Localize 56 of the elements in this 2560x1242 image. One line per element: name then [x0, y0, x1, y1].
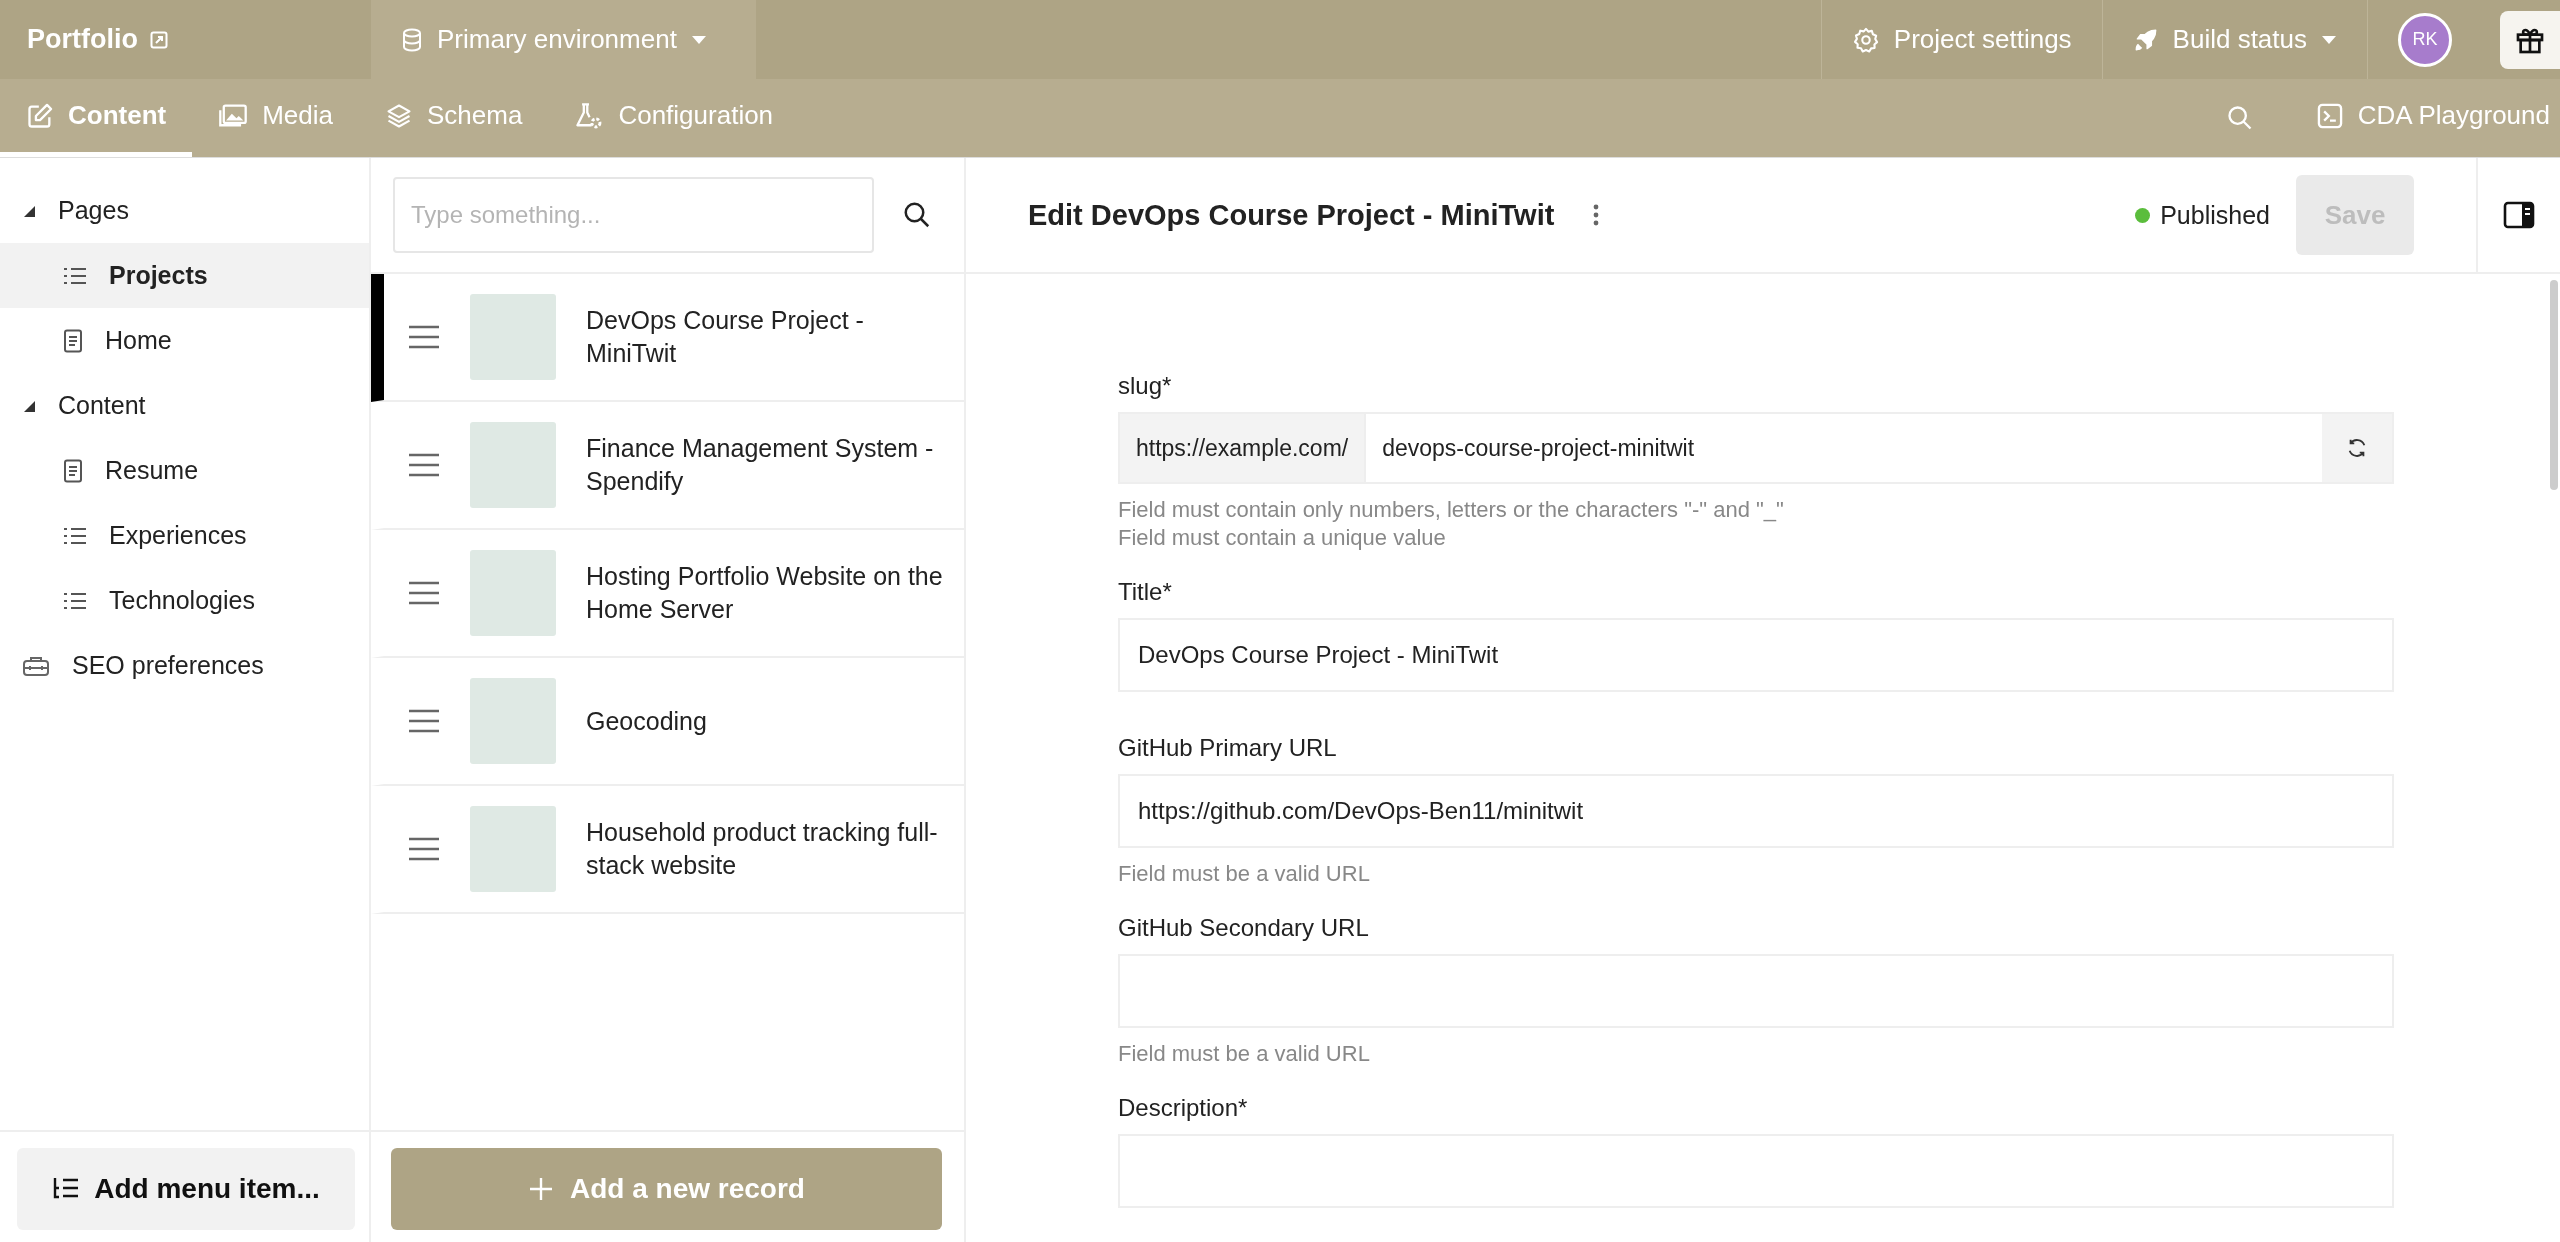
drag-handle-icon[interactable]	[408, 325, 440, 349]
document-icon	[63, 328, 83, 353]
editor-title: Edit DevOps Course Project - MiniTwit	[1028, 198, 1555, 232]
field-label: GitHub Primary URL	[1118, 734, 1338, 762]
text-field[interactable]: https://github.com/DevOps-Ben11/minitwit	[1118, 774, 2394, 848]
slug-field[interactable]: https://example.com/ devops-course-project-minitwit	[1118, 412, 2394, 484]
search-icon[interactable]	[902, 200, 932, 230]
document-icon	[63, 458, 83, 483]
field-hint: Field must be a valid URL	[1118, 1040, 1371, 1068]
field-label: GitHub Secondary URL	[1118, 914, 1370, 942]
sidebar-item[interactable]: Home	[0, 308, 369, 373]
scrollbar[interactable]	[2550, 280, 2558, 490]
text-field[interactable]: DevOps Course Project - MiniTwit	[1118, 618, 2394, 692]
sidebar-item[interactable]: Resume	[0, 438, 369, 503]
drag-handle-icon[interactable]	[408, 709, 440, 733]
sidebar-item[interactable]: Pages	[0, 178, 369, 243]
list-icon	[63, 590, 87, 611]
caret-icon	[690, 34, 707, 45]
list-icon	[63, 265, 87, 286]
url-prefix: https://example.com/	[1120, 414, 1367, 482]
record-row[interactable]: Household product tracking full-stack website	[371, 786, 964, 914]
field-label: Title*	[1118, 578, 1173, 606]
drag-handle-icon[interactable]	[408, 453, 440, 477]
list-icon	[63, 525, 87, 546]
gift-button[interactable]	[2500, 10, 2560, 69]
drag-handle-icon[interactable]	[408, 581, 440, 605]
sidebar-panel-icon[interactable]	[2503, 201, 2535, 229]
image-icon	[218, 102, 249, 129]
field-label: Description*	[1118, 1094, 1249, 1122]
status-label: Published	[2160, 200, 2270, 230]
sidebar-item[interactable]: Technologies	[0, 568, 369, 633]
more-options-icon[interactable]	[1592, 203, 1601, 227]
field-hint: Field must be a valid URL	[1118, 860, 1371, 888]
field-label: slug*	[1118, 372, 1173, 400]
sidebar-item[interactable]: Projects	[0, 243, 369, 308]
record-row[interactable]: Finance Management System - Spendify	[371, 402, 964, 530]
settings-icon	[1851, 25, 1880, 54]
record-row[interactable]: Hosting Portfolio Website on the Home Server	[371, 530, 964, 658]
sidebar-item[interactable]: SEO preferences	[0, 633, 369, 698]
caret-icon	[2321, 34, 2337, 45]
edit-icon	[26, 101, 54, 130]
terminal-icon	[2315, 101, 2344, 130]
database-icon	[401, 27, 423, 52]
drag-handle-icon[interactable]	[408, 837, 440, 861]
sidebar-item[interactable]: Experiences	[0, 503, 369, 568]
field-hint: Field must contain only numbers, letters or the characters "-" and "_"	[1118, 496, 1785, 524]
plus-icon	[528, 1176, 555, 1202]
refresh-icon	[2346, 437, 2368, 459]
toolbox-icon	[22, 654, 50, 677]
add-menu-item-button[interactable]: Add menu item...	[17, 1148, 355, 1230]
search-field[interactable]: Type something...	[393, 177, 874, 253]
record-row[interactable]: Geocoding	[371, 658, 964, 786]
record-row[interactable]: DevOps Course Project - MiniTwit	[371, 274, 964, 402]
slug-value[interactable]: devops-course-project-minitwit	[1366, 414, 2322, 482]
sidebar-item[interactable]: Content	[0, 373, 369, 438]
field-hint: Field must contain a unique value	[1118, 524, 1447, 552]
